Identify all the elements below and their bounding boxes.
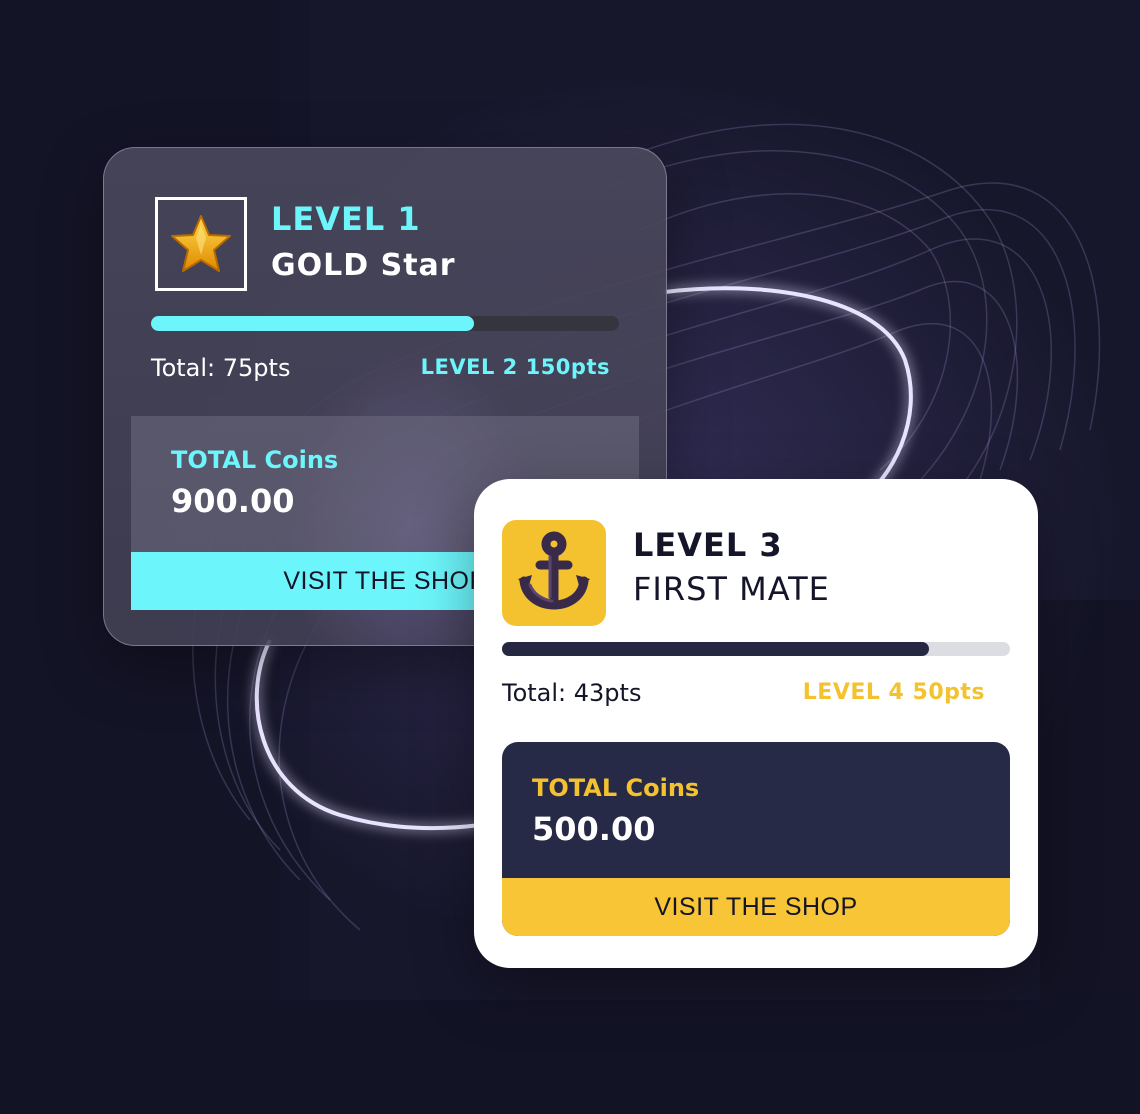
progress-fill bbox=[151, 316, 474, 331]
total-points: Total: 75pts bbox=[151, 354, 291, 382]
level-badge bbox=[155, 197, 247, 291]
next-level-target: LEVEL 4 50pts bbox=[802, 680, 985, 705]
coins-panel: TOTAL Coins 500.00 VISIT THE SHOP bbox=[502, 742, 1010, 936]
coins-value: 900.00 bbox=[171, 482, 295, 520]
anchor-icon bbox=[518, 531, 590, 610]
gold-star-icon bbox=[171, 215, 231, 272]
visit-shop-button[interactable]: VISIT THE SHOP bbox=[502, 878, 1010, 936]
level-badge bbox=[502, 520, 606, 626]
coins-value: 500.00 bbox=[532, 810, 656, 848]
coins-label: TOTAL Coins bbox=[532, 774, 700, 802]
progress-fill bbox=[502, 642, 929, 656]
coins-label: TOTAL Coins bbox=[171, 446, 339, 474]
progress-bar bbox=[151, 316, 619, 331]
total-points: Total: 43pts bbox=[502, 679, 642, 707]
level-title: GOLD Star bbox=[271, 248, 456, 283]
progress-bar bbox=[502, 642, 1010, 656]
level-number: LEVEL 1 bbox=[271, 200, 421, 238]
level-number: LEVEL 3 bbox=[633, 526, 783, 564]
next-level-target: LEVEL 2 150pts bbox=[420, 355, 610, 379]
level-title: FIRST MATE bbox=[633, 570, 830, 608]
level-card-first-mate: LEVEL 3 FIRST MATE Total: 43pts LEVEL 4 … bbox=[474, 479, 1038, 968]
